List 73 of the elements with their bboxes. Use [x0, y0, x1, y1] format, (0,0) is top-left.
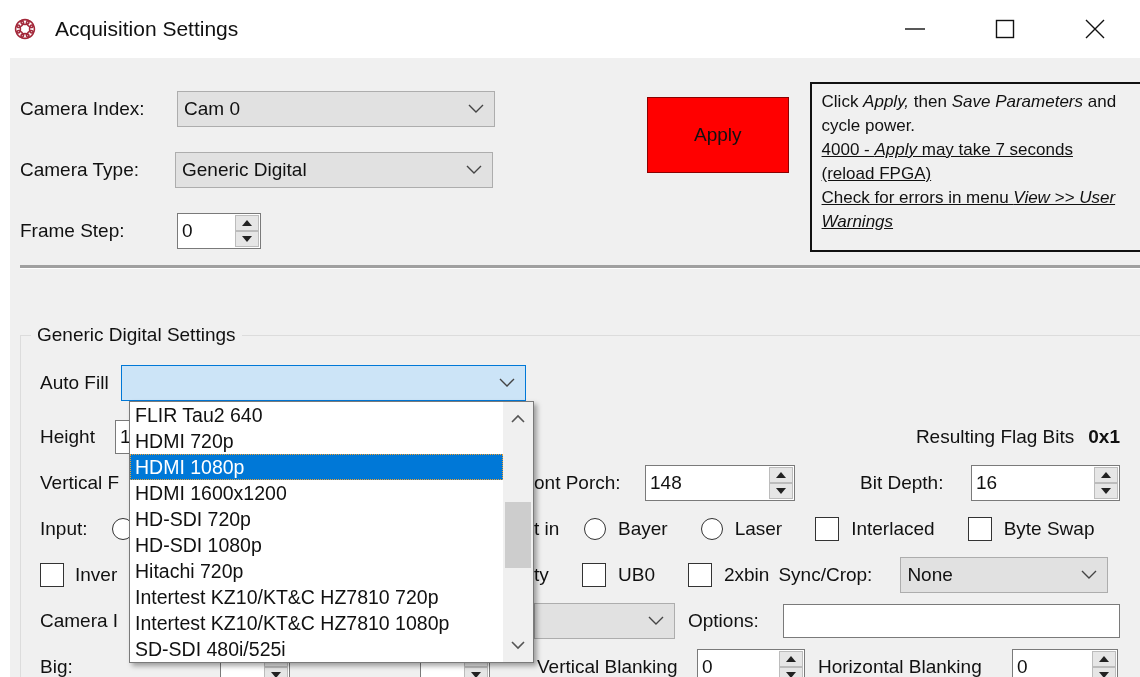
spin-arrows-icon[interactable] — [1092, 651, 1116, 677]
field-label: Camera Index: — [20, 97, 146, 120]
option-label: Bayer — [618, 518, 668, 540]
list-item[interactable]: HD-SDI 1080p — [130, 532, 503, 558]
list-item[interactable]: Hitachi 720p — [130, 558, 503, 584]
list-item[interactable]: HD-SDI 720p — [130, 506, 503, 532]
close-icon — [1085, 19, 1105, 39]
field-label: Auto Fill — [40, 372, 109, 394]
list-item[interactable]: HDMI 1080p — [130, 454, 503, 480]
note-link[interactable]: 4000 - Apply may take 7 seconds (reload FPGA) — [821, 138, 1122, 186]
radio-button[interactable] — [584, 518, 606, 540]
chevron-down-icon — [648, 616, 664, 626]
option-label: t in — [534, 518, 561, 540]
list-item[interactable]: FLIR Tau2 640 — [130, 402, 503, 428]
options-field[interactable] — [783, 604, 1120, 638]
checkbox[interactable] — [40, 563, 64, 587]
checkbox[interactable] — [967, 517, 992, 541]
list-item[interactable]: SD-SDI 480i/525i — [130, 636, 503, 662]
chevron-down-icon — [468, 103, 484, 114]
spin-box[interactable]: 0 — [177, 212, 261, 249]
chevron-down-icon — [498, 378, 515, 388]
note-text: Click Apply, then Save Parameters and cycle power. — [821, 91, 1118, 137]
checkbox-label: Byte Swap — [1003, 518, 1095, 540]
checkbox-label: ty — [534, 564, 550, 586]
flag-bits-label: Resulting Flag Bits — [915, 426, 1075, 448]
field-label: ont Porch: — [534, 472, 622, 494]
sync-crop-dropdown[interactable]: None — [900, 557, 1109, 593]
field-label: Vertical Blanking — [537, 656, 679, 677]
maximize-icon — [995, 19, 1015, 39]
apply-button[interactable]: Apply — [647, 97, 789, 173]
chevron-down-icon — [1081, 570, 1098, 580]
auto-fill-dropdown[interactable] — [120, 365, 526, 401]
field-label: Options: — [688, 610, 760, 632]
camera-type-dropdown[interactable]: Generic Digital — [175, 151, 493, 188]
spin-box[interactable]: 0 — [1012, 649, 1118, 677]
checkbox-label: Interlaced — [851, 518, 935, 540]
spin-box[interactable]: 148 — [645, 465, 795, 501]
checkbox[interactable] — [687, 563, 712, 587]
spin-arrows-icon[interactable] — [235, 214, 259, 247]
radio-button[interactable] — [700, 518, 723, 540]
field-label: Frame Step: — [20, 219, 126, 242]
list-item[interactable]: HDMI 1600x1200 — [130, 480, 503, 506]
spin-arrows-icon[interactable] — [769, 467, 793, 499]
checkbox-label: 2xbin — [723, 564, 770, 586]
list-item[interactable]: Intertest KZ10/KT&C HZ7810 1080p — [130, 610, 503, 636]
field-label: Sync/Crop: — [778, 564, 874, 586]
field-label: Horizontal Blanking — [818, 656, 983, 677]
field-label: Big: — [40, 656, 74, 677]
checkbox-label: Inver — [75, 564, 118, 586]
spin-box[interactable]: 0 — [697, 649, 805, 677]
option-label: Laser — [734, 518, 783, 540]
spin-arrows-icon[interactable] — [1094, 467, 1118, 499]
scrollbar[interactable] — [503, 402, 533, 662]
list-item[interactable]: HDMI 720p — [130, 428, 503, 454]
checkbox-label: UB0 — [618, 564, 655, 586]
window-title: Acquisition Settings — [55, 17, 239, 41]
field-label: Bit Depth: — [860, 472, 945, 494]
note-link[interactable]: Check for errors in menu View >> User Warnings — [821, 186, 1122, 234]
checkbox[interactable] — [815, 517, 840, 541]
camera-index-dropdown[interactable]: Cam 0 — [177, 90, 495, 127]
flag-bits-value: 0x1 — [1088, 426, 1120, 448]
field-label: Input: — [40, 518, 89, 540]
spin-arrows-icon[interactable] — [779, 651, 803, 677]
field-label: Camera Type: — [20, 158, 140, 181]
spin-box[interactable]: 16 — [971, 465, 1120, 501]
chevron-down-icon — [466, 164, 482, 175]
field-label: Camera I — [40, 610, 119, 632]
field-label: Height — [40, 426, 96, 448]
checkbox[interactable] — [582, 563, 606, 587]
list-item[interactable]: Intertest KZ10/KT&C HZ7810 720p — [130, 584, 503, 610]
ring-icon — [13, 17, 37, 41]
minimize-icon — [905, 28, 925, 30]
field-label: Vertical F — [40, 472, 120, 494]
